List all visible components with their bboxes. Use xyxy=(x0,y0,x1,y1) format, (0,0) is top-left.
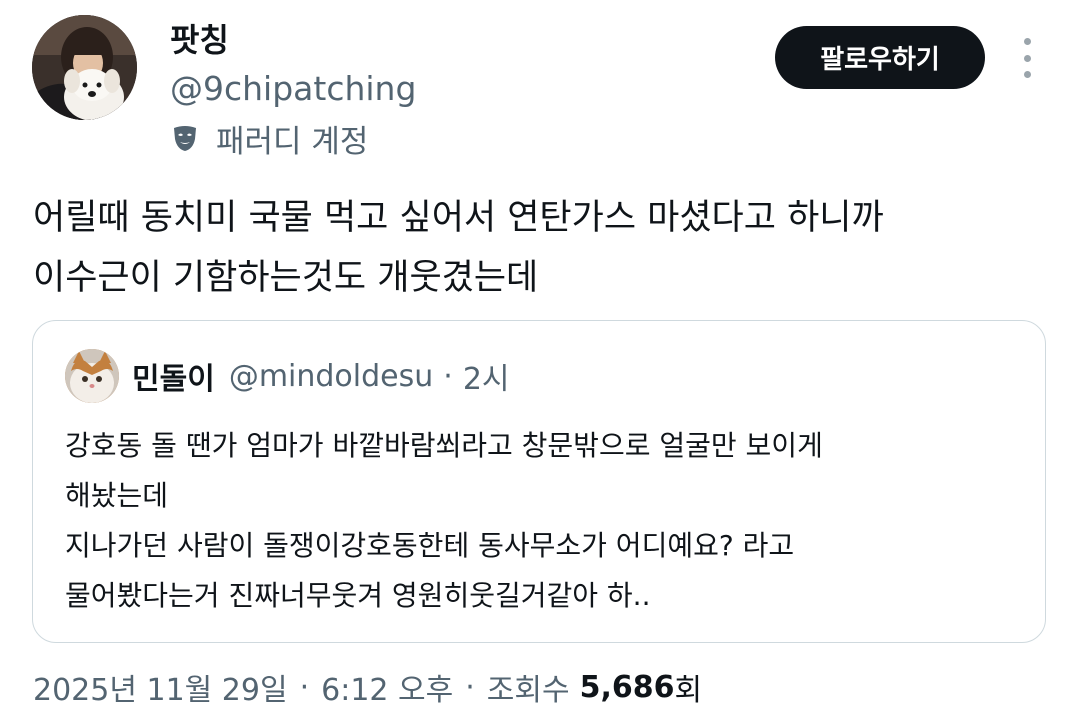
quoted-text-line: 물어봤다는거 진짜너무웃겨 영원히웃길거같아 하.. xyxy=(65,579,651,612)
quoted-author-handle[interactable]: @mindoldesu xyxy=(229,359,433,394)
views-label: 조회수 xyxy=(486,673,570,708)
author-handle[interactable]: @9chipatching xyxy=(170,67,416,111)
views-suffix: 회 xyxy=(674,673,703,708)
separator-dot: · xyxy=(299,669,310,705)
separator-dot: · xyxy=(465,669,475,705)
tweet-text-line: 이수근이 기함하는것도 개웃겼는데 xyxy=(33,258,539,298)
quoted-tweet-text: 강호동 돌 땐가 엄마가 바깥바람쐬라고 창문밖으로 얼굴만 보이게 해놨는데 … xyxy=(65,421,1025,621)
separator-dot: · xyxy=(443,358,453,394)
quoted-text-line: 강호동 돌 땐가 엄마가 바깥바람쐬라고 창문밖으로 얼굴만 보이게 xyxy=(65,429,823,462)
tweet-text: 어릴때 동치미 국물 먹고 싶어서 연탄가스 마셨다고 하니까 이수근이 기함하… xyxy=(33,188,1043,308)
quoted-author-avatar[interactable] xyxy=(65,349,119,403)
follow-button[interactable]: 팔로우하기 xyxy=(775,26,985,89)
tweet-time[interactable]: 6:12 오후 xyxy=(321,665,453,709)
parody-label: 패러디 계정 xyxy=(216,123,369,160)
quoted-text-line: 지나가던 사람이 돌쟁이강호동한테 동사무소가 어디예요? 라고 xyxy=(65,529,795,562)
quoted-tweet-time[interactable]: 2시 xyxy=(463,354,510,398)
quoted-tweet-card[interactable]: 민돌이 @mindoldesu · 2시 강호동 돌 땐가 엄마가 바깥바람쐬라… xyxy=(32,320,1046,643)
quoted-author-display-name[interactable]: 민돌이 xyxy=(132,354,215,398)
tweet-metadata: 2025년 11월 29일 · 6:12 오후 · 조회수 5,686 회 xyxy=(33,664,702,710)
avatar-person-with-dog-icon xyxy=(32,15,137,120)
author-avatar[interactable] xyxy=(32,15,137,120)
more-vertical-icon[interactable] xyxy=(1012,38,1042,78)
quoted-tweet-header: 민돌이 @mindoldesu · 2시 xyxy=(132,353,510,399)
author-display-name[interactable]: 팟칭 xyxy=(170,18,229,62)
avatar-cat-icon xyxy=(65,349,119,403)
parody-account-badge: 패러디 계정 xyxy=(170,116,368,160)
tweet-date[interactable]: 2025년 11월 29일 xyxy=(33,665,288,709)
tweet-text-line: 어릴때 동치미 국물 먹고 싶어서 연탄가스 마셨다고 하니까 xyxy=(33,198,884,238)
quoted-text-line: 해놨는데 xyxy=(65,479,169,512)
views-count: 5,686 xyxy=(579,669,675,705)
parody-mask-icon xyxy=(170,123,200,153)
